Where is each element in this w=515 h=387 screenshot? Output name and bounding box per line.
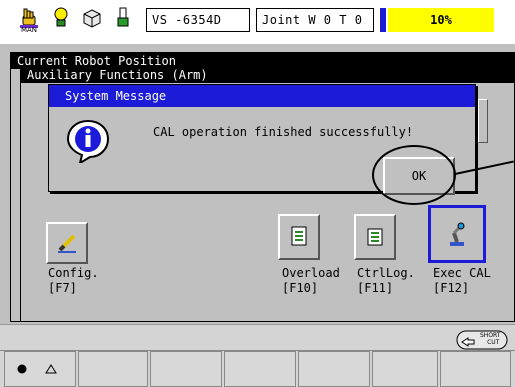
bottom-softkey-6[interactable]: [440, 351, 511, 387]
cube-icon: [83, 9, 101, 28]
triangle-icon: [45, 364, 57, 374]
tool-button[interactable]: [108, 4, 138, 32]
exec-cal-label: Exec CAL: [433, 266, 491, 280]
ctrllog-label: CtrlLog.: [357, 266, 415, 280]
bottom-softkey-2[interactable]: [150, 351, 222, 387]
auxiliary-functions-title: Auxiliary Functions (Arm): [21, 67, 514, 83]
position-name-display: VS -6354D: [146, 8, 250, 32]
document-icon: [291, 226, 307, 246]
record-dot-icon: [17, 364, 27, 374]
shortcut-button[interactable]: SHORT CUT: [456, 330, 508, 350]
exec-cal-button[interactable]: [428, 205, 486, 263]
speed-indicator-bar: [380, 8, 386, 32]
mode-label: MAN: [20, 26, 38, 34]
config-button[interactable]: [46, 222, 88, 264]
overload-label: Overload: [282, 266, 340, 280]
speed-display[interactable]: 10%: [388, 8, 494, 32]
pencil-icon: [58, 234, 76, 253]
manual-mode-button[interactable]: MAN: [14, 4, 44, 34]
config-label: Config.: [48, 266, 99, 280]
joint-status-display: Joint W 0 T 0: [256, 8, 374, 32]
bulb-button[interactable]: [46, 4, 76, 32]
cube-button[interactable]: [77, 4, 107, 32]
scroll-icon: [367, 228, 383, 246]
tool-icon: [117, 7, 129, 27]
top-toolbar: MAN VS -6354D Joint W 0 T 0 10%: [0, 0, 515, 40]
bottom-status-cell: [4, 351, 76, 387]
exec-cal-key: [F12]: [433, 281, 470, 295]
dialog-title: System Message: [49, 85, 475, 107]
bottom-softkey-5[interactable]: [372, 351, 438, 387]
lower-strip: [0, 324, 515, 350]
ctrllog-button[interactable]: [354, 214, 396, 260]
side-panel-button[interactable]: [478, 99, 488, 143]
info-icon: [66, 119, 110, 163]
overload-key: [F10]: [282, 281, 319, 295]
bottom-softkey-3[interactable]: [224, 351, 296, 387]
config-key: [F7]: [48, 281, 77, 295]
robot-arm-icon: [450, 222, 465, 246]
dialog-message: CAL operation finished successfully!: [153, 125, 414, 139]
shortcut-label-line1: SHORT: [480, 332, 501, 339]
shortcut-label-line2: CUT: [487, 339, 500, 346]
ctrllog-key: [F11]: [357, 281, 394, 295]
overload-button[interactable]: [278, 214, 320, 260]
lightbulb-icon: [54, 7, 68, 27]
ok-highlight-circle: [372, 145, 456, 205]
bottom-softkey-4[interactable]: [298, 351, 370, 387]
bottom-softkey-1[interactable]: [78, 351, 148, 387]
